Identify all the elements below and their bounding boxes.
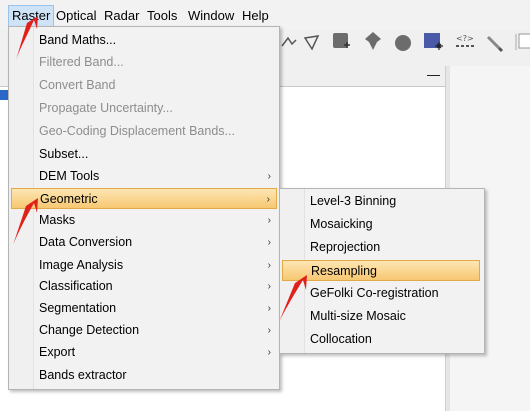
magic-wand-icon[interactable] [422, 30, 444, 52]
menu-radar[interactable]: Radar [101, 6, 142, 26]
menu-item-label: Multi-size Mosaic [310, 309, 406, 323]
rectangle-tool-icon[interactable] [330, 30, 352, 52]
submenu-arrow-icon: › [267, 215, 271, 226]
menu-item-resampling[interactable]: Resampling [282, 260, 480, 281]
menu-item-label: Masks [39, 213, 76, 227]
menu-item-filtered-band: Filtered Band... [9, 52, 277, 73]
geometric-submenu: Level-3 Binning Mosaicking Reprojection … [279, 188, 485, 354]
menu-window[interactable]: Window [185, 6, 237, 26]
menu-item-geo-coding-displacement: Geo-Coding Displacement Bands... [9, 121, 277, 142]
pin-tool-icon[interactable] [362, 30, 384, 52]
menu-item-label: Classification [39, 279, 113, 293]
menu-item-label: Geo-Coding Displacement Bands... [39, 124, 235, 138]
menu-item-level3-binning[interactable]: Level-3 Binning [280, 191, 482, 212]
menu-tools[interactable]: Tools [144, 6, 180, 26]
menu-item-label: Bands extractor [39, 368, 127, 382]
menu-item-label: Image Analysis [39, 258, 124, 272]
menu-item-label: GeFolki Co-registration [310, 286, 439, 300]
minimize-icon[interactable]: — [427, 68, 440, 82]
ellipse-tool-icon[interactable] [392, 32, 414, 54]
menu-item-label: Segmentation [39, 301, 117, 315]
submenu-arrow-icon: › [267, 347, 271, 358]
menu-item-convert-band: Convert Band [9, 75, 277, 96]
menu-optical[interactable]: Optical [53, 6, 99, 26]
menu-item-data-conversion[interactable]: Data Conversion › [9, 232, 277, 253]
menu-item-mosaicking[interactable]: Mosaicking [280, 214, 482, 235]
submenu-arrow-icon: › [266, 194, 270, 205]
menu-item-multi-size-mosaic[interactable]: Multi-size Mosaic [280, 306, 482, 327]
toolbar: <?> [278, 30, 530, 60]
menu-item-label: Data Conversion [39, 235, 133, 249]
menu-item-label: Subset... [39, 147, 89, 161]
menu-item-subset[interactable]: Subset... [9, 144, 277, 165]
menu-item-geometric[interactable]: Geometric › [11, 188, 277, 209]
annotation-arrow-geometric [13, 198, 38, 245]
selected-node-strip [0, 90, 8, 100]
submenu-arrow-icon: › [267, 325, 271, 336]
menu-item-collocation[interactable]: Collocation [280, 329, 482, 350]
menu-item-label: DEM Tools [39, 169, 100, 183]
menu-item-label: Collocation [310, 332, 372, 346]
menu-item-label: Reprojection [310, 240, 381, 254]
submenu-arrow-icon: › [267, 237, 271, 248]
annotation-arrow-raster [16, 16, 38, 60]
menu-item-classification[interactable]: Classification › [9, 276, 277, 297]
menu-item-bands-extractor[interactable]: Bands extractor [9, 365, 277, 386]
menu-help[interactable]: Help [239, 6, 272, 26]
brush-icon[interactable] [484, 32, 506, 54]
menu-item-export[interactable]: Export › [9, 342, 277, 363]
menu-item-label: Mosaicking [310, 217, 373, 231]
submenu-arrow-icon: › [267, 281, 271, 292]
menu-item-change-detection[interactable]: Change Detection › [9, 320, 277, 341]
menu-item-propagate-uncertainty: Propagate Uncertainty... [9, 98, 277, 119]
polygon-tool-icon[interactable] [302, 32, 324, 54]
menu-item-label: Level-3 Binning [310, 194, 397, 208]
raster-menu: Band Maths... Filtered Band... Convert B… [8, 26, 280, 390]
menu-item-label: Geometric [40, 192, 98, 206]
submenu-arrow-icon: › [267, 260, 271, 271]
toolbar-overflow-icon[interactable] [512, 30, 530, 52]
menu-item-masks[interactable]: Masks › [9, 210, 277, 231]
menu-item-band-maths[interactable]: Band Maths... [9, 30, 277, 51]
menu-item-label: Propagate Uncertainty... [39, 101, 173, 115]
menu-item-segmentation[interactable]: Segmentation › [9, 298, 277, 319]
menu-item-label: Resampling [311, 264, 378, 278]
menu-item-label: Convert Band [39, 78, 116, 92]
submenu-arrow-icon: › [267, 303, 271, 314]
range-finder-icon[interactable]: <?> [454, 32, 476, 54]
menu-item-label: Band Maths... [39, 33, 117, 47]
menu-item-image-analysis[interactable]: Image Analysis › [9, 255, 277, 276]
submenu-arrow-icon: › [267, 171, 271, 182]
menu-item-dem-tools[interactable]: DEM Tools › [9, 166, 277, 187]
menu-item-label: Change Detection [39, 323, 140, 337]
menu-item-label: Filtered Band... [39, 55, 124, 69]
menu-item-reprojection[interactable]: Reprojection [280, 237, 482, 258]
svg-text:<?>: <?> [456, 34, 474, 43]
polyline-tool-icon[interactable] [278, 32, 300, 54]
annotation-arrow-resampling [279, 275, 307, 322]
menu-item-gefolki-coregistration[interactable]: GeFolki Co-registration [280, 283, 482, 304]
menu-item-label: Export [39, 345, 76, 359]
